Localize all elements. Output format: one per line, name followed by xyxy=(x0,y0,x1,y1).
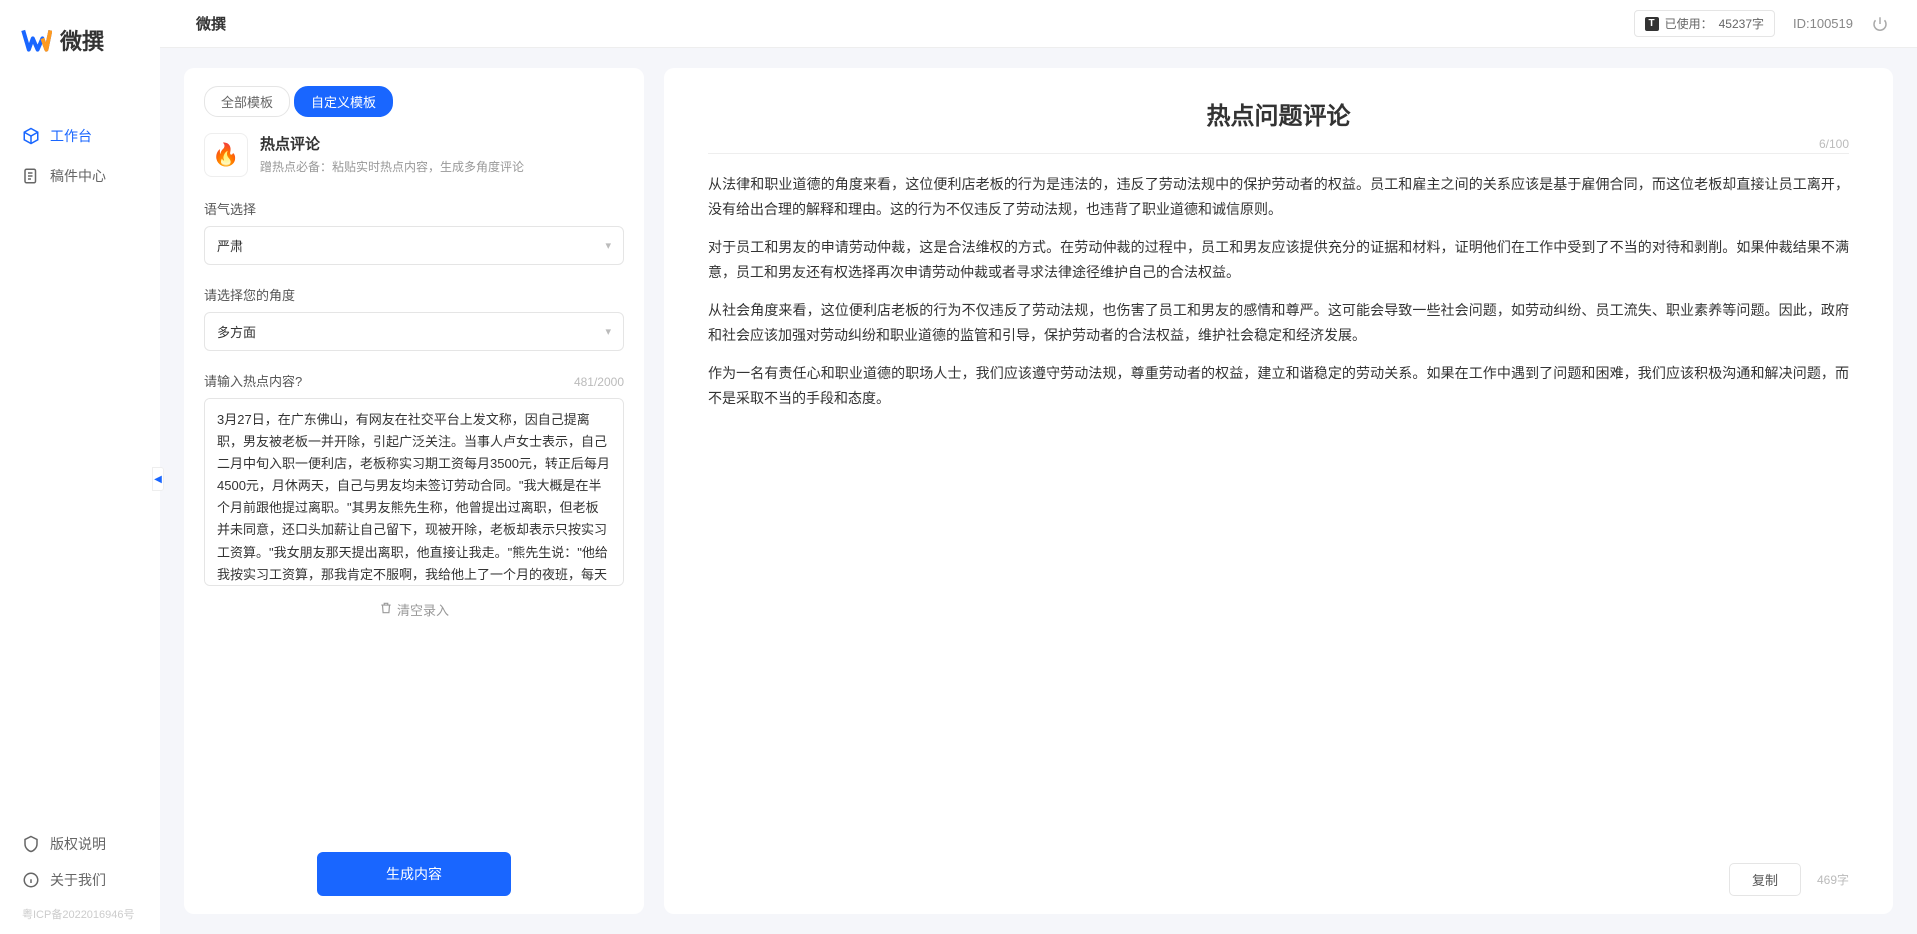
logo: 微撰 xyxy=(0,24,160,86)
template-tabs: 全部模板 自定义模板 xyxy=(204,86,624,117)
clear-button[interactable]: 清空录入 xyxy=(204,586,624,625)
tone-label: 语气选择 xyxy=(204,199,624,218)
tone-value: 严肃 xyxy=(217,236,243,255)
user-id: ID:100519 xyxy=(1793,16,1853,31)
hotspot-content-input[interactable] xyxy=(204,398,624,586)
document-icon xyxy=(22,167,40,185)
sidebar-bottom: 版权说明 关于我们 xyxy=(0,826,160,898)
content-label-row: 请输入热点内容? 481/2000 xyxy=(204,371,624,390)
nav-item-drafts[interactable]: 稿件中心 xyxy=(0,156,160,196)
nav-item-workbench[interactable]: 工作台 xyxy=(0,116,160,156)
info-icon xyxy=(22,871,40,889)
angle-label: 请选择您的角度 xyxy=(204,285,624,304)
angle-value: 多方面 xyxy=(217,322,256,341)
result-paragraph: 从社会角度来看，这位便利店老板的行为不仅违反了劳动法规，也伤害了员工和男友的感情… xyxy=(708,298,1849,347)
copy-button[interactable]: 复制 xyxy=(1729,863,1801,896)
sidebar-nav: 工作台 稿件中心 xyxy=(0,86,160,826)
usage-badge: T 已使用： 45237字 xyxy=(1634,10,1775,37)
nav-label: 关于我们 xyxy=(50,870,106,890)
sidebar: 微撰 工作台 稿件中心 版权说明 关于我们 粤ICP备2022016946号 xyxy=(0,0,160,934)
nav-label: 工作台 xyxy=(50,126,92,146)
nav-item-about[interactable]: 关于我们 xyxy=(22,862,138,898)
tab-all-templates[interactable]: 全部模板 xyxy=(204,86,290,117)
char-count: 481/2000 xyxy=(574,375,624,389)
word-count: 469字 xyxy=(1817,871,1849,888)
content: 全部模板 自定义模板 🔥 热点评论 蹭热点必备：粘贴实时热点内容，生成多角度评论… xyxy=(160,48,1917,934)
nav-item-copyright[interactable]: 版权说明 xyxy=(22,826,138,862)
chevron-down-icon: ▾ xyxy=(605,325,611,338)
template-desc: 蹭热点必备：粘贴实时热点内容，生成多角度评论 xyxy=(260,158,524,175)
page-title: 微撰 xyxy=(196,13,226,34)
power-icon[interactable] xyxy=(1871,15,1889,33)
template-title: 热点评论 xyxy=(260,133,524,154)
cube-icon xyxy=(22,127,40,145)
tab-custom-template[interactable]: 自定义模板 xyxy=(294,86,393,117)
result-paragraph: 从法律和职业道德的角度来看，这位便利店老板的行为是违法的，违反了劳动法规中的保护… xyxy=(708,172,1849,221)
usage-value: 45237字 xyxy=(1719,15,1764,32)
clear-label: 清空录入 xyxy=(397,600,449,619)
main: 微撰 T 已使用： 45237字 ID:100519 全部模板 自定义模板 🔥 xyxy=(160,0,1917,934)
generate-button[interactable]: 生成内容 xyxy=(317,852,510,896)
divider xyxy=(708,153,1849,154)
logo-icon xyxy=(20,24,52,56)
tone-select[interactable]: 严肃 ▾ xyxy=(204,226,624,265)
logo-text: 微撰 xyxy=(60,24,104,56)
result-footer: 复制 469字 xyxy=(708,853,1849,896)
result-panel: 热点问题评论 6/100 从法律和职业道德的角度来看，这位便利店老板的行为是违法… xyxy=(664,68,1893,914)
flame-icon: 🔥 xyxy=(204,133,248,177)
text-icon: T xyxy=(1645,17,1659,31)
result-paragraph: 对于员工和男友的申请劳动仲裁，这是合法维权的方式。在劳动仲裁的过程中，员工和男友… xyxy=(708,235,1849,284)
nav-label: 稿件中心 xyxy=(50,166,106,186)
trash-icon xyxy=(379,601,393,618)
chevron-left-icon: ◀ xyxy=(154,474,162,485)
usage-label: 已使用： xyxy=(1665,15,1713,32)
icp-footer: 粤ICP备2022016946号 xyxy=(0,898,160,922)
config-panel: 全部模板 自定义模板 🔥 热点评论 蹭热点必备：粘贴实时热点内容，生成多角度评论… xyxy=(184,68,644,914)
chevron-down-icon: ▾ xyxy=(605,239,611,252)
nav-label: 版权说明 xyxy=(50,834,106,854)
result-meta: 6/100 xyxy=(708,137,1849,151)
angle-select[interactable]: 多方面 ▾ xyxy=(204,312,624,351)
content-label: 请输入热点内容? xyxy=(204,371,302,390)
sidebar-collapse-handle[interactable]: ◀ xyxy=(152,467,164,491)
result-title: 热点问题评论 xyxy=(708,96,1849,131)
shield-icon xyxy=(22,835,40,853)
topbar: 微撰 T 已使用： 45237字 ID:100519 xyxy=(160,0,1917,48)
result-body: 从法律和职业道德的角度来看，这位便利店老板的行为是违法的，违反了劳动法规中的保护… xyxy=(708,172,1849,853)
result-paragraph: 作为一名有责任心和职业道德的职场人士，我们应该遵守劳动法规，尊重劳动者的权益，建… xyxy=(708,361,1849,410)
template-header: 🔥 热点评论 蹭热点必备：粘贴实时热点内容，生成多角度评论 xyxy=(204,133,624,177)
